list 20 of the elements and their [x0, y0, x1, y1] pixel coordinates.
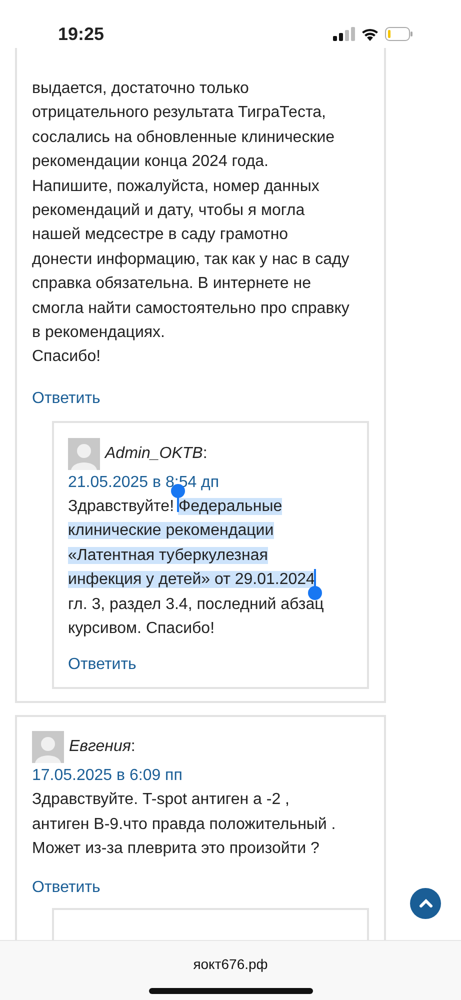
wifi-icon: [361, 27, 379, 41]
scroll-to-top-button[interactable]: [410, 888, 441, 919]
colon: :: [202, 444, 208, 464]
url-text[interactable]: яокт676.рф: [193, 954, 268, 975]
comment-author: Евгения: [69, 737, 131, 758]
reply-link[interactable]: Ответить: [17, 386, 384, 411]
reply-link[interactable]: Ответить: [32, 876, 384, 900]
avatar-icon: [32, 731, 64, 764]
status-time: 19:25: [58, 22, 104, 46]
reply-text: Здравствуйте! Федеральные клинические рекомендации «Латентная туберкулезная инфекция у детей» от 29.01.2024 гл. 3, раздел 3.4, последний абзац курсивом. Спасибо!: [68, 494, 367, 642]
comment-date-link[interactable]: 17.05.2025 в 6:09 пп: [32, 763, 384, 788]
comment-text: выдается, достаточно только отрицательного результата ТиграТеста, сослались на обновленные клинические рекомендации конца 2024 года. Напишите, пожалуйста, номер данных рекомендаций и дату, чтобы я могла нашей медсестре в саду грамотно донести информацию, так как у нас в саду справка обязательна. В интернете не смогла найти самостоятельно про справку в рекомендациях. Спасибо!: [31, 79, 350, 368]
comment-text: Здравствуйте. T-spot антиген а -2 , антиген В-9.что правда положительный . Может из-за плеврита это произойти ?: [32, 790, 337, 860]
reply-link[interactable]: Ответить: [68, 653, 367, 678]
avatar-icon: [68, 438, 100, 470]
signal-icon: [333, 27, 355, 41]
comment-author: Admin_OKTB: [105, 444, 203, 464]
colon: :: [130, 737, 136, 758]
chevron-up-icon: [418, 899, 432, 908]
battery-icon: [385, 27, 413, 41]
